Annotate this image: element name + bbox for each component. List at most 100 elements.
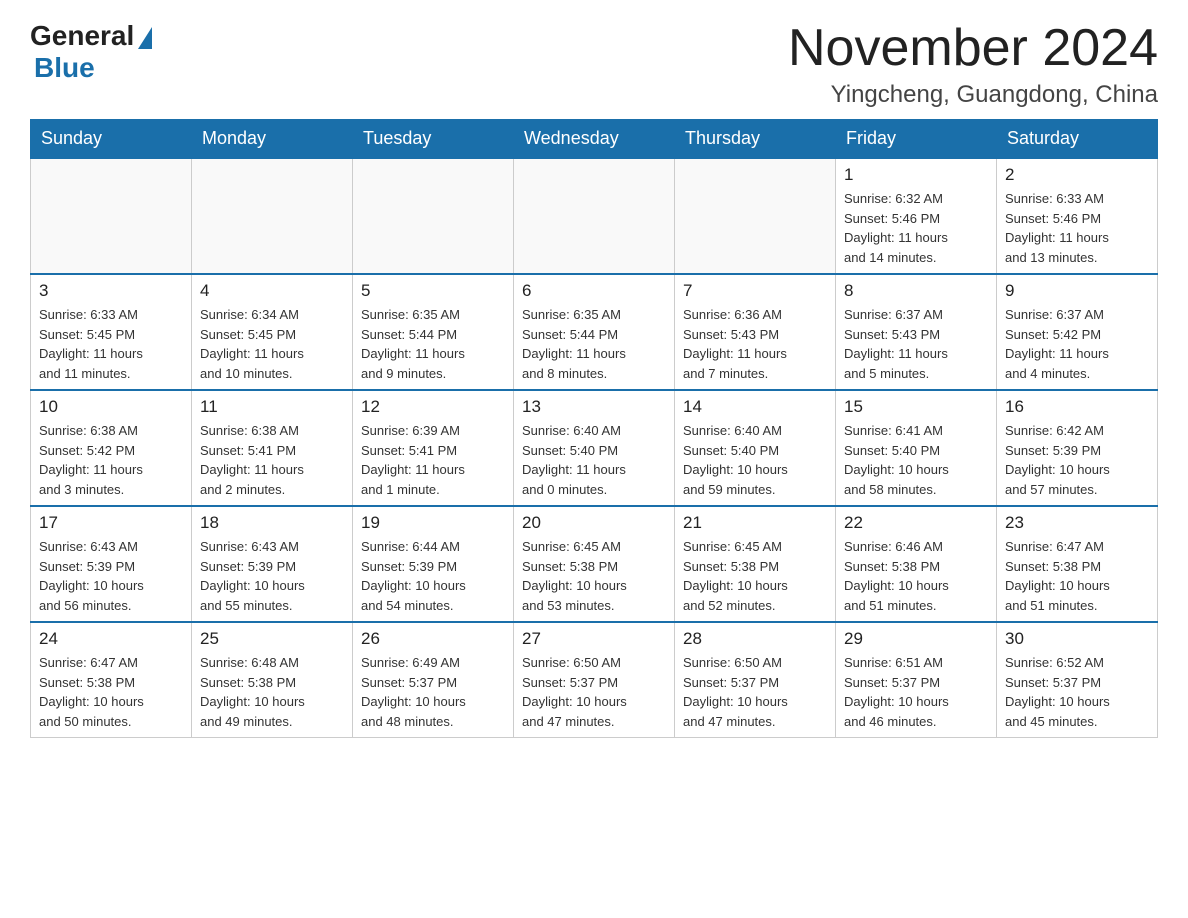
day-info: Sunrise: 6:49 AMSunset: 5:37 PMDaylight:… <box>361 653 505 731</box>
logo-general-text: General <box>30 20 134 52</box>
logo-blue-text: Blue <box>34 52 95 84</box>
day-number: 15 <box>844 397 988 417</box>
calendar-cell <box>514 158 675 274</box>
location-title: Yingcheng, Guangdong, China <box>788 81 1158 109</box>
day-number: 11 <box>200 397 344 417</box>
day-number: 18 <box>200 513 344 533</box>
day-number: 7 <box>683 281 827 301</box>
day-number: 10 <box>39 397 183 417</box>
calendar-week-2: 3Sunrise: 6:33 AMSunset: 5:45 PMDaylight… <box>31 274 1158 390</box>
calendar-cell: 14 Sunrise: 6:40 AMSunset: 5:40 PMDayligh… <box>675 390 836 506</box>
day-number: 21 <box>683 513 827 533</box>
day-number: 9 <box>1005 281 1149 301</box>
day-info: Sunrise: 6:52 AMSunset: 5:37 PMDaylight:… <box>1005 653 1149 731</box>
calendar-week-4: 17 Sunrise: 6:43 AMSunset: 5:39 PMDayligh… <box>31 506 1158 622</box>
calendar-cell: 30 Sunrise: 6:52 AMSunset: 5:37 PMDayligh… <box>997 622 1158 738</box>
day-info: Sunrise: 6:39 AMSunset: 5:41 PMDaylight:… <box>361 421 505 499</box>
day-number: 27 <box>522 629 666 649</box>
calendar-cell: 23Sunrise: 6:47 AMSunset: 5:38 PMDayligh… <box>997 506 1158 622</box>
calendar-cell: 25 Sunrise: 6:48 AMSunset: 5:38 PMDayligh… <box>192 622 353 738</box>
day-info: Sunrise: 6:35 AMSunset: 5:44 PMDaylight:… <box>361 305 505 383</box>
calendar-cell <box>192 158 353 274</box>
calendar-cell: 4Sunrise: 6:34 AMSunset: 5:45 PMDaylight… <box>192 274 353 390</box>
calendar-cell: 17 Sunrise: 6:43 AMSunset: 5:39 PMDayligh… <box>31 506 192 622</box>
calendar-cell: 18 Sunrise: 6:43 AMSunset: 5:39 PMDayligh… <box>192 506 353 622</box>
day-info: Sunrise: 6:44 AMSunset: 5:39 PMDaylight:… <box>361 537 505 615</box>
calendar-cell: 15 Sunrise: 6:41 AMSunset: 5:40 PMDayligh… <box>836 390 997 506</box>
weekday-header-monday: Monday <box>192 120 353 159</box>
day-number: 28 <box>683 629 827 649</box>
calendar-cell: 8 Sunrise: 6:37 AMSunset: 5:43 PMDaylight… <box>836 274 997 390</box>
day-info: Sunrise: 6:45 AMSunset: 5:38 PMDaylight:… <box>683 537 827 615</box>
day-info: Sunrise: 6:43 AMSunset: 5:39 PMDaylight:… <box>39 537 183 615</box>
day-number: 17 <box>39 513 183 533</box>
day-number: 5 <box>361 281 505 301</box>
day-number: 24 <box>39 629 183 649</box>
day-info: Sunrise: 6:38 AMSunset: 5:42 PMDaylight:… <box>39 421 183 499</box>
day-info: Sunrise: 6:48 AMSunset: 5:38 PMDaylight:… <box>200 653 344 731</box>
day-info: Sunrise: 6:36 AMSunset: 5:43 PMDaylight:… <box>683 305 827 383</box>
logo: General Blue <box>30 20 152 84</box>
weekday-header-friday: Friday <box>836 120 997 159</box>
day-number: 3 <box>39 281 183 301</box>
calendar-cell: 3Sunrise: 6:33 AMSunset: 5:45 PMDaylight… <box>31 274 192 390</box>
calendar-cell <box>31 158 192 274</box>
weekday-header-thursday: Thursday <box>675 120 836 159</box>
day-info: Sunrise: 6:38 AMSunset: 5:41 PMDaylight:… <box>200 421 344 499</box>
day-info: Sunrise: 6:37 AMSunset: 5:43 PMDaylight:… <box>844 305 988 383</box>
title-block: November 2024 Yingcheng, Guangdong, Chin… <box>788 20 1158 109</box>
day-number: 25 <box>200 629 344 649</box>
day-info: Sunrise: 6:40 AMSunset: 5:40 PMDaylight:… <box>683 421 827 499</box>
calendar-cell: 27 Sunrise: 6:50 AMSunset: 5:37 PMDayligh… <box>514 622 675 738</box>
calendar-cell: 20Sunrise: 6:45 AMSunset: 5:38 PMDayligh… <box>514 506 675 622</box>
calendar-cell: 22 Sunrise: 6:46 AMSunset: 5:38 PMDayligh… <box>836 506 997 622</box>
day-info: Sunrise: 6:41 AMSunset: 5:40 PMDaylight:… <box>844 421 988 499</box>
calendar-cell: 21 Sunrise: 6:45 AMSunset: 5:38 PMDayligh… <box>675 506 836 622</box>
day-number: 14 <box>683 397 827 417</box>
calendar-header-row: SundayMondayTuesdayWednesdayThursdayFrid… <box>31 120 1158 159</box>
month-title: November 2024 <box>788 20 1158 77</box>
calendar-cell: 6 Sunrise: 6:35 AMSunset: 5:44 PMDaylight… <box>514 274 675 390</box>
day-number: 8 <box>844 281 988 301</box>
day-number: 2 <box>1005 165 1149 185</box>
calendar-cell: 5 Sunrise: 6:35 AMSunset: 5:44 PMDaylight… <box>353 274 514 390</box>
day-number: 13 <box>522 397 666 417</box>
calendar-cell: 28Sunrise: 6:50 AMSunset: 5:37 PMDayligh… <box>675 622 836 738</box>
day-info: Sunrise: 6:46 AMSunset: 5:38 PMDaylight:… <box>844 537 988 615</box>
day-info: Sunrise: 6:37 AMSunset: 5:42 PMDaylight:… <box>1005 305 1149 383</box>
day-info: Sunrise: 6:47 AMSunset: 5:38 PMDaylight:… <box>1005 537 1149 615</box>
day-number: 12 <box>361 397 505 417</box>
calendar-cell: 9 Sunrise: 6:37 AMSunset: 5:42 PMDaylight… <box>997 274 1158 390</box>
day-info: Sunrise: 6:35 AMSunset: 5:44 PMDaylight:… <box>522 305 666 383</box>
calendar-cell: 7 Sunrise: 6:36 AMSunset: 5:43 PMDaylight… <box>675 274 836 390</box>
weekday-header-wednesday: Wednesday <box>514 120 675 159</box>
calendar-week-1: 1 Sunrise: 6:32 AMSunset: 5:46 PMDaylight… <box>31 158 1158 274</box>
day-number: 26 <box>361 629 505 649</box>
calendar-cell: 12 Sunrise: 6:39 AMSunset: 5:41 PMDayligh… <box>353 390 514 506</box>
calendar-cell <box>353 158 514 274</box>
day-info: Sunrise: 6:42 AMSunset: 5:39 PMDaylight:… <box>1005 421 1149 499</box>
calendar-cell: 13Sunrise: 6:40 AMSunset: 5:40 PMDayligh… <box>514 390 675 506</box>
day-number: 1 <box>844 165 988 185</box>
day-number: 30 <box>1005 629 1149 649</box>
day-info: Sunrise: 6:43 AMSunset: 5:39 PMDaylight:… <box>200 537 344 615</box>
calendar-week-3: 10 Sunrise: 6:38 AMSunset: 5:42 PMDayligh… <box>31 390 1158 506</box>
day-info: Sunrise: 6:33 AMSunset: 5:46 PMDaylight:… <box>1005 189 1149 267</box>
day-info: Sunrise: 6:50 AMSunset: 5:37 PMDaylight:… <box>522 653 666 731</box>
calendar-cell: 11 Sunrise: 6:38 AMSunset: 5:41 PMDayligh… <box>192 390 353 506</box>
weekday-header-saturday: Saturday <box>997 120 1158 159</box>
day-info: Sunrise: 6:45 AMSunset: 5:38 PMDaylight:… <box>522 537 666 615</box>
calendar-table: SundayMondayTuesdayWednesdayThursdayFrid… <box>30 119 1158 738</box>
calendar-cell: 29Sunrise: 6:51 AMSunset: 5:37 PMDayligh… <box>836 622 997 738</box>
weekday-header-sunday: Sunday <box>31 120 192 159</box>
day-number: 29 <box>844 629 988 649</box>
day-number: 22 <box>844 513 988 533</box>
day-number: 6 <box>522 281 666 301</box>
page-header: General Blue November 2024 Yingcheng, Gu… <box>30 20 1158 109</box>
day-info: Sunrise: 6:34 AMSunset: 5:45 PMDaylight:… <box>200 305 344 383</box>
weekday-header-tuesday: Tuesday <box>353 120 514 159</box>
calendar-cell: 10 Sunrise: 6:38 AMSunset: 5:42 PMDayligh… <box>31 390 192 506</box>
day-info: Sunrise: 6:32 AMSunset: 5:46 PMDaylight:… <box>844 189 988 267</box>
day-number: 19 <box>361 513 505 533</box>
day-number: 16 <box>1005 397 1149 417</box>
